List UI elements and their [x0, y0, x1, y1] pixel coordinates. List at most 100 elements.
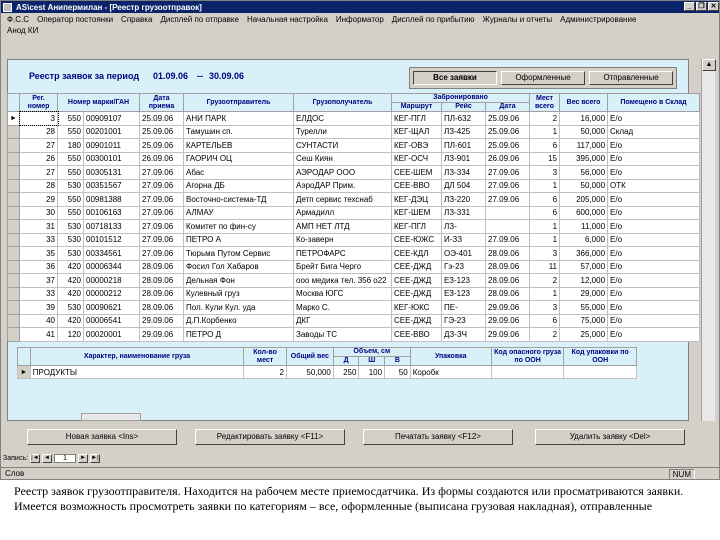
- menu-item[interactable]: Журналы и отчеты: [479, 15, 557, 24]
- cell-cargo-d[interactable]: 250: [332, 365, 360, 379]
- cell-weight[interactable]: 11,000: [559, 219, 609, 234]
- table-row[interactable]: 36 420 00006344 28.09.06 Фосил Гол Хабаров Бр…: [7, 259, 701, 274]
- cell-weight[interactable]: 600,000: [559, 205, 609, 220]
- menu-item[interactable]: Начальная настройка: [243, 15, 332, 24]
- cell-storage[interactable]: Е/о: [607, 111, 701, 126]
- title-bar[interactable]: AS\cest Анипермилан - [Реестр грузоотпра…: [1, 1, 719, 13]
- cell-date[interactable]: 27.09.06: [139, 192, 184, 207]
- cell-reg-num[interactable]: 36: [19, 259, 58, 274]
- cell-mark[interactable]: 550: [57, 151, 84, 166]
- cell-weight[interactable]: 12,000: [559, 273, 609, 288]
- cell-places[interactable]: 3: [529, 246, 561, 261]
- cell-date[interactable]: 27.09.06: [139, 246, 184, 261]
- col-flight[interactable]: Рейс: [441, 102, 486, 112]
- cell-places[interactable]: 6: [529, 205, 561, 220]
- cell-rdate[interactable]: [484, 205, 531, 220]
- cell-cargo-h[interactable]: 50: [384, 365, 411, 379]
- cell-places[interactable]: 6: [529, 313, 561, 328]
- cell-date[interactable]: 28.09.06: [139, 273, 184, 288]
- cell-mark-num[interactable]: 00300101: [83, 151, 140, 166]
- cell-cargo-name[interactable]: ПРОДУКТЫ: [29, 365, 245, 379]
- cell-rdate[interactable]: 29.09.06: [484, 327, 531, 342]
- cell-reg-num[interactable]: 39: [19, 300, 58, 315]
- cell-date[interactable]: 27.09.06: [139, 178, 184, 193]
- cell-mark[interactable]: 530: [57, 178, 84, 193]
- cell-storage[interactable]: Е/о: [607, 259, 701, 274]
- cell-date[interactable]: 29.09.06: [139, 327, 184, 342]
- cell-reg-num[interactable]: 31: [19, 219, 58, 234]
- cell-consignee[interactable]: Турелли: [293, 124, 392, 139]
- cell-flight[interactable]: ЛЗ-331: [441, 205, 486, 220]
- cell-shipper[interactable]: Тамушин сп.: [183, 124, 294, 139]
- cell-mark-num[interactable]: 00101512: [83, 232, 140, 247]
- prev-record-icon[interactable]: ◄: [41, 453, 52, 463]
- cell-mark-num[interactable]: 00909107: [83, 111, 140, 126]
- cell-reg-num[interactable]: 26: [19, 151, 58, 166]
- cell-places[interactable]: 3: [529, 165, 561, 180]
- table-row[interactable]: 33 420 00000212 28.09.06 Кулевный груз Москва…: [7, 286, 701, 301]
- cell-places[interactable]: 1: [529, 178, 561, 193]
- table-row[interactable]: 33 530 00101512 27.09.06 ПЕТРО А Ко-заверн СЕЕ…: [7, 232, 701, 247]
- col-cargo-hazard[interactable]: Код опасного груза по ООН: [490, 347, 565, 366]
- cell-consignee[interactable]: ПЕТРОФАРС: [293, 246, 392, 261]
- menu-item[interactable]: Администрирование: [556, 15, 640, 24]
- cell-storage[interactable]: Е/о: [607, 313, 701, 328]
- cell-date[interactable]: 25.09.06: [139, 111, 184, 126]
- cell-rdate[interactable]: [484, 219, 531, 234]
- cell-storage[interactable]: Е/о: [607, 232, 701, 247]
- cell-mark[interactable]: 550: [57, 124, 84, 139]
- cell-places[interactable]: 1: [529, 124, 561, 139]
- menu-item[interactable]: Дисплей по прибытию: [388, 15, 479, 24]
- cell-places[interactable]: 2: [529, 273, 561, 288]
- cell-shipper[interactable]: АЛМАУ: [183, 205, 294, 220]
- cell-mark[interactable]: 550: [57, 205, 84, 220]
- cell-places[interactable]: 3: [529, 300, 561, 315]
- cell-places[interactable]: 1: [529, 219, 561, 234]
- cell-reg-num[interactable]: 3: [18, 110, 59, 126]
- col-cargo-pack[interactable]: Упаковка: [409, 347, 492, 366]
- cell-consignee[interactable]: Марко С.: [293, 300, 392, 315]
- cell-consignee[interactable]: Москва ЮГС: [293, 286, 392, 301]
- cell-shipper[interactable]: Восточно-система-ТД: [183, 192, 294, 207]
- cell-rdate[interactable]: 25.09.06: [484, 111, 531, 126]
- cell-flight[interactable]: ЛЗ-334: [441, 165, 486, 180]
- cell-date[interactable]: 29.09.06: [139, 313, 184, 328]
- cell-mark-num[interactable]: 00351567: [83, 178, 140, 193]
- col-consignee[interactable]: Грузополучатель: [293, 93, 392, 112]
- detail-row[interactable]: ► ПРОДУКТЫ 2 50,000 250 100 50 Коробк: [17, 365, 637, 379]
- cell-route[interactable]: КЕГ-ШЕМ: [391, 205, 442, 220]
- col-cargo-packcode[interactable]: Код упаковки по ООН: [563, 347, 637, 366]
- cell-weight[interactable]: 50,000: [559, 178, 609, 193]
- cell-consignee[interactable]: ЕЛДОС: [293, 111, 392, 126]
- cell-weight[interactable]: 366,000: [559, 246, 609, 261]
- col-reserved[interactable]: Забронировано: [390, 93, 531, 103]
- first-record-icon[interactable]: |◄: [29, 453, 40, 463]
- cell-shipper[interactable]: ГАОРИЧ ОЦ: [183, 151, 294, 166]
- cell-reg-num[interactable]: 27: [19, 165, 58, 180]
- menu-item[interactable]: Дисплей по отправке: [156, 15, 243, 24]
- print-request-button[interactable]: Печатать заявку <F12>: [363, 429, 513, 445]
- table-row[interactable]: 40 420 00006541 29.09.06 Д.П.Корбенко ДКГ СЕЕ-…: [7, 313, 701, 328]
- cell-mark-num[interactable]: 00901011: [83, 138, 140, 153]
- cell-places[interactable]: 1: [529, 286, 561, 301]
- cell-route[interactable]: СЕЕ-ДЖД: [391, 273, 442, 288]
- cell-rdate[interactable]: 27.09.06: [484, 232, 531, 247]
- col-storage[interactable]: Помещено в Склад: [607, 93, 701, 112]
- filter-all-button[interactable]: Все заявки: [413, 71, 497, 85]
- cell-shipper[interactable]: Дельная Фон: [183, 273, 294, 288]
- table-row[interactable]: 41 120 00020001 29.09.06 ПЕТРО Д Заводы ТС СЕЕ…: [7, 327, 701, 342]
- cell-flight[interactable]: ДЛ 504: [441, 178, 486, 193]
- minimize-button[interactable]: _: [684, 2, 695, 11]
- cell-shipper[interactable]: КАРТЕЛЬЕВ: [183, 138, 294, 153]
- cell-rdate[interactable]: 27.09.06: [484, 192, 531, 207]
- cell-flight[interactable]: ПЛ-632: [441, 111, 486, 126]
- cell-weight[interactable]: 50,000: [559, 124, 609, 139]
- cell-consignee[interactable]: ооо медика тел. 356 о22: [293, 273, 392, 288]
- cell-flight[interactable]: И-ЗЗ: [441, 232, 486, 247]
- cell-reg-num[interactable]: 35: [19, 246, 58, 261]
- table-row[interactable]: ► 3 550 00909107 25.09.06 АНИ ПАРК ЕЛДОС КЕГ-ПГ…: [7, 110, 701, 126]
- cell-weight[interactable]: 16,000: [559, 111, 609, 126]
- cell-mark-num[interactable]: 00305131: [83, 165, 140, 180]
- menu-item[interactable]: Оператор постоянки: [33, 15, 117, 24]
- cell-consignee[interactable]: Заводы ТС: [293, 327, 392, 342]
